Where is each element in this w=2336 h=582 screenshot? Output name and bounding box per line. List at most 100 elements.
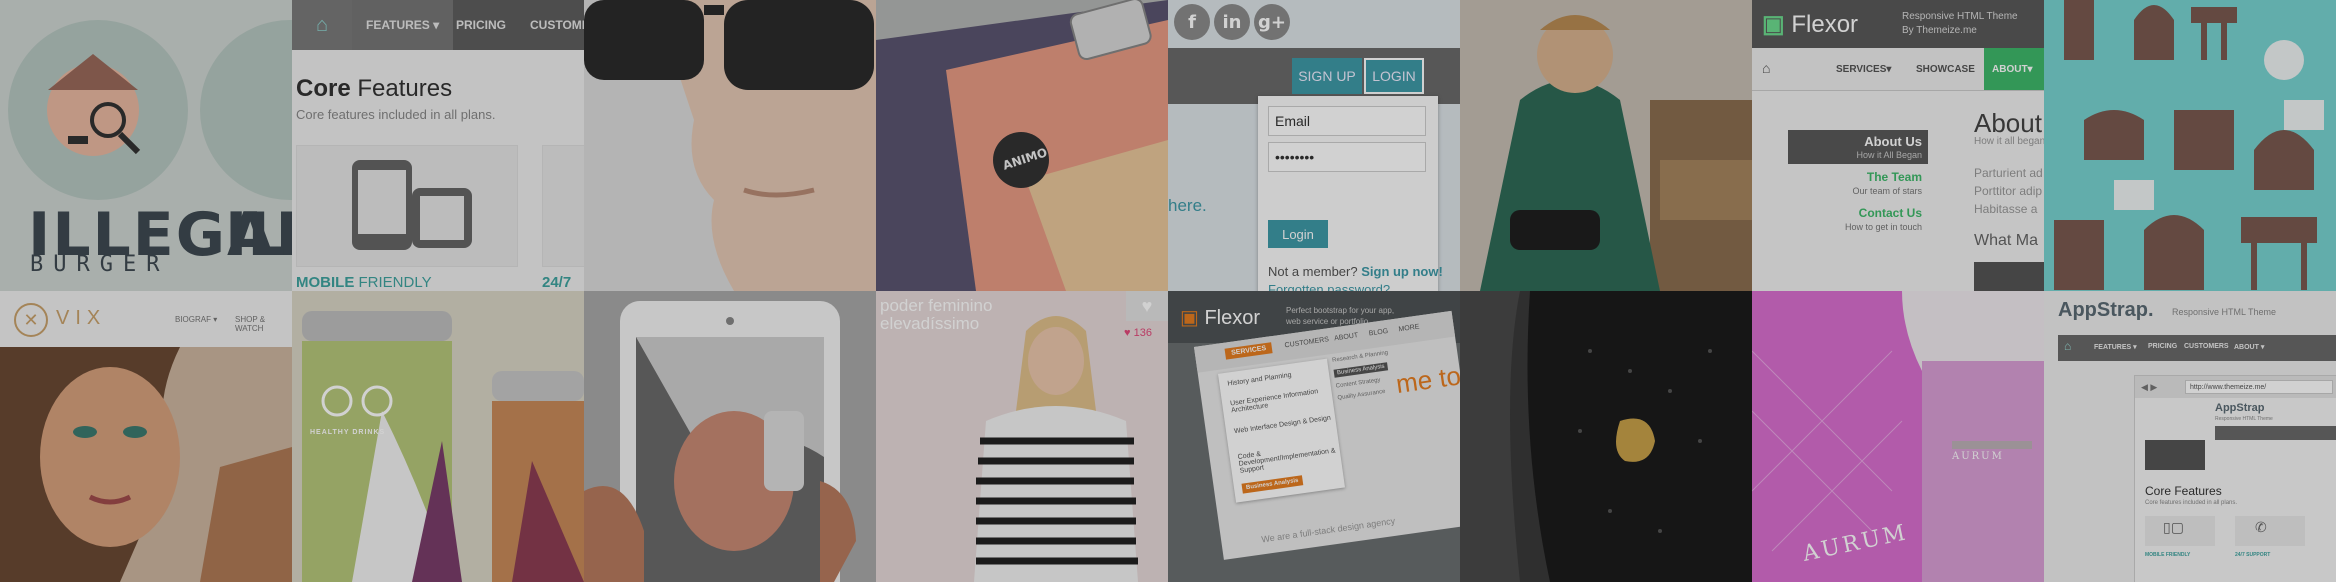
tile-core-features[interactable]: ⌂ FEATURES ▾ PRICING CUSTOMERS Core Feat… (292, 0, 584, 291)
bottle-label: HEALTHY DRINKS (310, 429, 386, 436)
appstrap-logo: AppStrap. (2058, 299, 2154, 321)
nav-features[interactable]: FEATURES ▾ (2094, 343, 2137, 351)
nav-pricing[interactable]: PRICING (2148, 343, 2177, 350)
team-link[interactable]: The Team (1812, 170, 1922, 184)
feature-card (542, 145, 584, 267)
flexor-logo: ▣ Flexor (1180, 307, 1261, 329)
nav-about[interactable]: ABOUT ▾ (2234, 343, 2264, 351)
inner-feature-card (2235, 516, 2305, 546)
contact-sub: How to get in touch (1844, 222, 1922, 232)
tile-furniture-pattern[interactable] (2044, 0, 2336, 291)
url-bar[interactable]: http://www.themeize.me/ (2185, 380, 2333, 394)
member-prompt: Not a member? Sign up now! (1268, 264, 1443, 279)
nav-pricing[interactable]: PRICING (456, 0, 506, 50)
about-text-2: Porttitor adip (1974, 184, 2043, 198)
nav-customers[interactable]: CUSTOMERS (2184, 343, 2229, 350)
mobile-device-icon: ▯▢ (2163, 520, 2184, 536)
footer-text: We are a full-stack design agency (1260, 515, 1396, 545)
tile-animo-brand[interactable]: ANIMO (876, 0, 1168, 291)
tile-workshop-photo[interactable] (1460, 0, 1752, 291)
about-text-1: Parturient ad (1974, 166, 2043, 180)
tile-dark-bottle[interactable] (1460, 291, 1752, 582)
feature-label-mobile: MOBILE FRIENDLY (296, 274, 432, 291)
showcase-grid: ILLEGAL BURGER ILLEGAL ⌂ FEATURES ▾ PRIC… (0, 0, 2336, 582)
link-here[interactable]: here. (1168, 196, 1207, 216)
menu-item[interactable]: History and Planning (1227, 372, 1292, 388)
linkedin-icon[interactable]: in (1214, 4, 1250, 40)
home-icon[interactable]: ⌂ (2064, 339, 2071, 353)
tablet-photo (584, 291, 876, 582)
nav-customers[interactable]: CUSTOMERS (530, 0, 584, 50)
home-icon[interactable]: ⌂ (292, 0, 352, 50)
inner-logo: AppStrap (2215, 402, 2265, 414)
menu-item[interactable]: Web Interface Design & Design (1234, 414, 1334, 436)
menu-item[interactable]: Code & Development/Implementation & Supp… (1237, 440, 1339, 474)
side-item[interactable]: Content Strategy (1335, 377, 1380, 389)
tile-login-form[interactable]: f in g+ SIGN UP LOGIN here. Email ••••••… (1168, 0, 1460, 291)
nav-about[interactable]: ABOUT▾ (1992, 64, 2033, 75)
inner-feature-support: 24/7 SUPPORT (2235, 552, 2271, 558)
team-sub: Our team of stars (1852, 186, 1922, 196)
aurum-label-small: AURUM (1952, 451, 2004, 462)
facebook-icon[interactable]: f (1174, 4, 1210, 40)
brand-wordmark-repeat: ILLEGAL (225, 200, 292, 270)
tile-flexor-device[interactable]: ▣ Flexor Perfect bootstrap for your app,… (1168, 291, 1460, 582)
inner-tagline: Responsive HTML Theme (2215, 416, 2273, 422)
nav-showcase[interactable]: SHOWCASE (1916, 64, 1975, 75)
tile-appstrap[interactable]: AppStrap. Responsive HTML Theme ⌂ FEATUR… (2044, 291, 2336, 582)
inner-nav (2215, 426, 2336, 440)
character-medallion (200, 20, 292, 200)
tile-vix[interactable]: ✕ VIX BIOGRAF ▾ SHOP & WATCH (0, 291, 292, 582)
about-text-3: Habitasse a (1974, 202, 2038, 216)
side-item-active[interactable]: Business Analysis (1333, 362, 1389, 378)
contact-link[interactable]: Contact Us (1812, 206, 1922, 220)
nav-services[interactable]: SERVICES▾ (1836, 64, 1891, 75)
login-dropdown: Email •••••••• Login Not a member? Sign … (1258, 96, 1443, 291)
menu-button[interactable]: Business Analysis (1241, 475, 1304, 494)
furniture-pattern (2044, 0, 2336, 291)
forgot-password-link[interactable]: Forgotten password? (1268, 282, 1390, 291)
login-tab-button[interactable]: LOGIN (1364, 58, 1424, 94)
vix-nav-bio[interactable]: BIOGRAF ▾ (175, 315, 217, 324)
menu-item[interactable]: User Experience Information Architecture (1230, 387, 1331, 414)
tile-tablet[interactable] (584, 291, 876, 582)
flexor-logo: ▣ Flexor (1762, 11, 1859, 38)
login-submit-button[interactable]: Login (1268, 220, 1328, 248)
home-icon[interactable]: ⌂ (1762, 60, 1782, 78)
flexor-mark-icon: ▣ (1762, 11, 1785, 38)
flexor-tagline: Responsive HTML Theme By Themeize.me (1902, 11, 2018, 36)
title-strong: Core (296, 75, 351, 102)
nav-features[interactable]: FEATURES ▾ (352, 0, 454, 50)
model-photo (0, 347, 292, 582)
vix-logo-icon: ✕ (14, 303, 48, 337)
password-field[interactable]: •••••••• (1268, 142, 1426, 172)
email-field[interactable]: Email (1268, 106, 1426, 136)
vix-wordmark: VIX (56, 307, 107, 329)
stationery-photo (876, 0, 1168, 291)
tile-fashion[interactable]: poder feminino elevadíssimo ♥ ♥ 136 (876, 291, 1168, 582)
tile-flexor-theme[interactable]: ▣ Flexor Responsive HTML Theme By Themeiz… (1752, 0, 2044, 291)
about-us-sub: How it All Began (1856, 150, 1922, 160)
support-icon: ✆ (2255, 520, 2267, 536)
tile-aurum[interactable]: AURUM AURUM (1752, 291, 2044, 582)
model-photo (974, 316, 1138, 582)
mobile-device-icon (352, 160, 472, 250)
bottle-photo (1460, 291, 1752, 582)
about-sub: How it all began (1974, 136, 2044, 147)
portrait-photo (584, 0, 876, 291)
vix-nav-shop[interactable]: SHOP & WATCH (235, 315, 292, 333)
bottles-photo (292, 291, 584, 582)
title-rest: Features (350, 75, 453, 102)
signup-now-link[interactable]: Sign up now! (1361, 264, 1443, 279)
tile-sunglasses-photo[interactable] (584, 0, 876, 291)
signup-button[interactable]: SIGN UP (1292, 58, 1362, 94)
tile-healthy-drinks[interactable]: HEALTHY DRINKS (292, 291, 584, 582)
side-item[interactable]: Quality Assurance (1337, 389, 1386, 402)
google-plus-icon[interactable]: g+ (1254, 4, 1290, 40)
tile-illegal-burger[interactable]: ILLEGAL BURGER ILLEGAL (0, 0, 292, 291)
page-subtitle: Core features included in all plans. (296, 107, 496, 122)
feature-label-support: 24/7 (542, 274, 572, 291)
back-icon[interactable]: ◀ ▶ (2141, 382, 2157, 393)
flexor-mark-icon: ▣ (1180, 307, 1199, 329)
what-heading: What Ma (1974, 232, 2039, 249)
